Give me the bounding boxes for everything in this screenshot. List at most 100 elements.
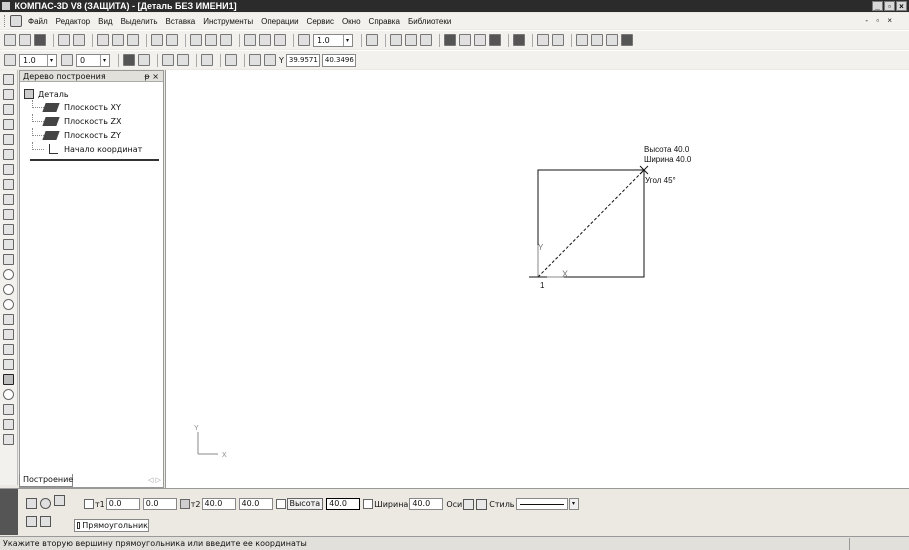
coord-y-field[interactable]: 40.3496	[321, 53, 356, 67]
hatch-tool-icon[interactable]	[3, 134, 14, 145]
round-icon[interactable]	[249, 54, 261, 66]
geometry-tool-icon[interactable]	[3, 74, 14, 85]
nurbs-icon[interactable]	[3, 329, 14, 340]
height-input[interactable]: 40.0	[326, 498, 361, 510]
document-icon[interactable]	[10, 15, 22, 27]
no-axes-icon[interactable]	[463, 498, 475, 510]
zoom-scale-icon[interactable]	[298, 34, 310, 46]
close-button[interactable]: ×	[896, 1, 907, 11]
menu-operations[interactable]: Операции	[261, 17, 298, 26]
style-dropdown-button[interactable]: ▾	[568, 498, 579, 510]
zoom-all-icon[interactable]	[405, 34, 417, 46]
orient-icon[interactable]	[366, 34, 378, 46]
snap-icon[interactable]	[177, 54, 189, 66]
measure-tool-icon[interactable]	[3, 194, 14, 205]
mdi-controls[interactable]: - ▫ ×	[865, 16, 895, 25]
auto-create-icon[interactable]	[54, 495, 65, 506]
properties-icon[interactable]	[190, 34, 202, 46]
tree-root-part[interactable]: Деталь	[24, 88, 163, 100]
zoom-in-icon[interactable]	[244, 34, 256, 46]
style-select[interactable]	[515, 498, 568, 510]
preview-icon[interactable]	[73, 34, 85, 46]
grid-snap-icon[interactable]	[123, 54, 135, 66]
save-props-icon[interactable]	[26, 516, 37, 527]
library-icon[interactable]	[576, 34, 588, 46]
copy-icon[interactable]	[112, 34, 124, 46]
help-icon[interactable]	[220, 34, 232, 46]
tree-tab-scroll[interactable]: ◁ ▷	[148, 476, 161, 484]
equidistant-icon[interactable]	[3, 419, 14, 430]
zoom-combo[interactable]: 1.0 ▾	[313, 33, 353, 47]
parallel-line-icon[interactable]	[3, 239, 14, 250]
new-icon[interactable]	[4, 34, 16, 46]
select-tool-icon[interactable]	[3, 209, 14, 220]
paste-icon[interactable]	[127, 34, 139, 46]
menu-file[interactable]: Файл	[28, 17, 48, 26]
tree-header-buttons[interactable]: ᵽ ×	[144, 71, 159, 82]
filter-icon[interactable]	[606, 34, 618, 46]
ellipse-icon[interactable]	[3, 299, 14, 310]
open-icon[interactable]	[19, 34, 31, 46]
rotate-icon[interactable]	[420, 34, 432, 46]
cursor-coords-icon[interactable]	[264, 54, 276, 66]
pan-icon[interactable]	[390, 34, 402, 46]
wireframe-icon[interactable]	[444, 34, 456, 46]
tab-construction[interactable]: Построение	[19, 474, 73, 487]
menu-service[interactable]: Сервис	[307, 17, 334, 26]
width-input[interactable]: 40.0	[409, 498, 444, 510]
point1-checkbox[interactable]	[84, 499, 94, 509]
polyline-icon[interactable]	[3, 359, 14, 370]
point1-y-input[interactable]: 0.0	[142, 498, 177, 510]
thin-lines-icon[interactable]	[474, 34, 486, 46]
aux-line-tool-icon[interactable]	[3, 104, 14, 115]
with-axes-icon[interactable]	[476, 498, 488, 510]
tree-item-plane-zy[interactable]: Плоскость ZY	[24, 128, 163, 142]
point2-x-input[interactable]: 40.0	[201, 498, 236, 510]
point-tool-icon[interactable]	[3, 89, 14, 100]
menu-libraries[interactable]: Библиотеки	[408, 17, 451, 26]
save-icon[interactable]	[34, 34, 46, 46]
perspective-icon[interactable]	[513, 34, 525, 46]
circle-icon[interactable]	[3, 269, 14, 280]
bezier-icon[interactable]	[3, 344, 14, 355]
measure-icon[interactable]	[621, 34, 633, 46]
tree-item-origin[interactable]: Начало координат	[24, 142, 163, 156]
minimize-button[interactable]: _	[872, 1, 883, 11]
drawing-canvas[interactable]: Высота 40.0 Ширина 40.0 Угол 45° Y X 1 Y…	[165, 70, 909, 488]
help-props-icon[interactable]	[40, 516, 51, 527]
hidden-lines-icon[interactable]	[459, 34, 471, 46]
tree-item-plane-zx[interactable]: Плоскость ZX	[24, 114, 163, 128]
zoom-out-icon[interactable]	[259, 34, 271, 46]
coord-x-field[interactable]: 39.9571	[285, 53, 320, 67]
rectangle-icon[interactable]	[3, 374, 14, 385]
step-combo[interactable]: 1.0 ▾	[19, 53, 57, 67]
menu-view[interactable]: Вид	[98, 17, 112, 26]
spline-icon[interactable]	[3, 314, 14, 325]
menu-help[interactable]: Справка	[369, 17, 400, 26]
angle-icon[interactable]	[61, 54, 73, 66]
line-segment-icon[interactable]	[3, 254, 14, 265]
height-checkbox[interactable]	[275, 499, 286, 509]
menu-insert[interactable]: Вставка	[166, 17, 196, 26]
sketch-icon[interactable]	[537, 34, 549, 46]
tab-rectangle[interactable]: Прямоугольник	[74, 519, 149, 532]
segment-tool-icon[interactable]	[3, 119, 14, 130]
enter-icon[interactable]	[26, 498, 37, 509]
polygon-icon[interactable]	[3, 389, 14, 400]
local-cs-icon[interactable]	[138, 54, 150, 66]
stop-icon[interactable]	[40, 498, 51, 509]
ortho-icon[interactable]	[162, 54, 174, 66]
menu-tools[interactable]: Инструменты	[203, 17, 253, 26]
aux-line-icon[interactable]	[3, 224, 14, 235]
param-tool-icon[interactable]	[3, 164, 14, 175]
angle-combo[interactable]: 0 ▾	[76, 53, 110, 67]
edit-component-icon[interactable]	[552, 34, 564, 46]
halftone-icon[interactable]	[489, 34, 501, 46]
point2-y-input[interactable]: 40.0	[238, 498, 273, 510]
function-icon[interactable]	[205, 34, 217, 46]
point1-x-input[interactable]: 0.0	[105, 498, 140, 510]
step-icon[interactable]	[4, 54, 16, 66]
menu-window[interactable]: Окно	[342, 17, 361, 26]
undo-icon[interactable]	[151, 34, 163, 46]
grid-icon[interactable]	[201, 54, 213, 66]
